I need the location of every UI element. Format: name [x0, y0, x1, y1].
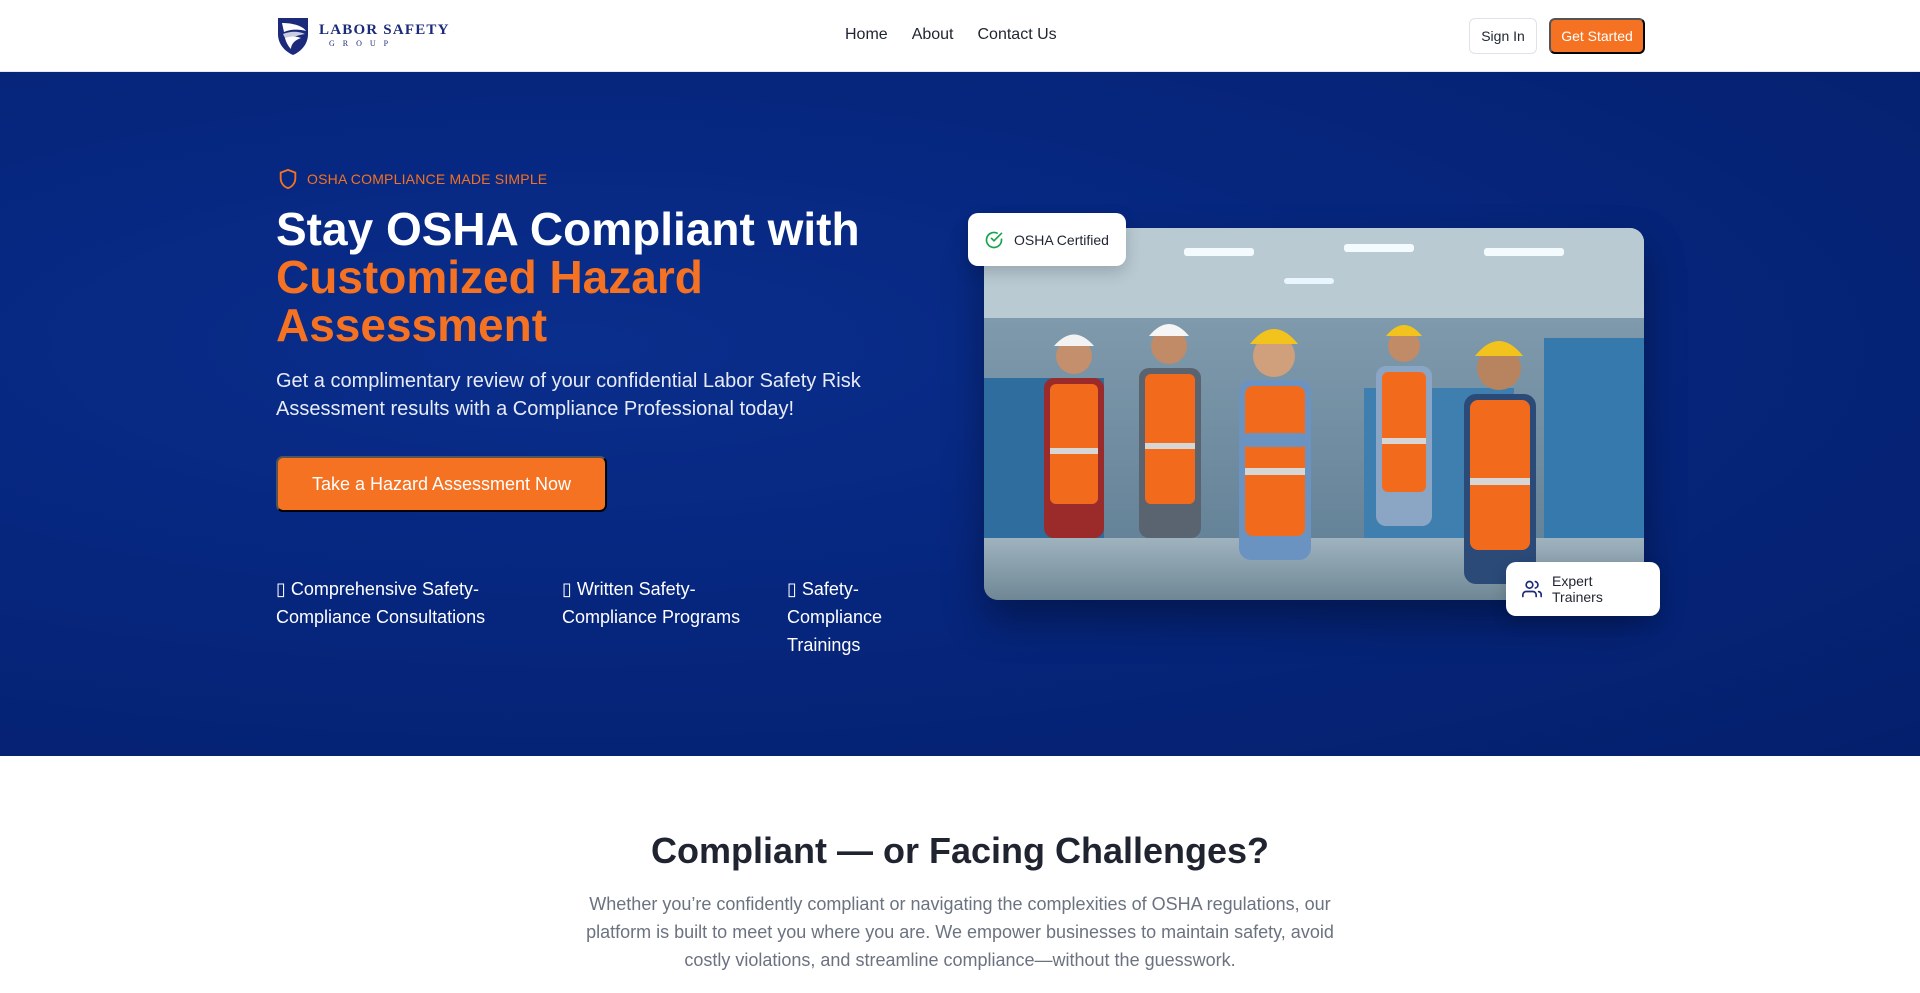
brand-subname: GROUP: [329, 38, 397, 48]
top-navbar: LABOR SAFETY GROUP Home About Contact Us…: [0, 0, 1920, 72]
hero-eyebrow: OSHA COMPLIANCE MADE SIMPLE: [277, 168, 547, 190]
hero-section: OSHA COMPLIANCE MADE SIMPLE Stay OSHA Co…: [0, 72, 1920, 756]
workers-illustration: [984, 228, 1644, 600]
nav-link-contact[interactable]: Contact Us: [978, 26, 1057, 44]
hero-headline: Stay OSHA Compliant with Customized Haza…: [276, 205, 896, 349]
brand-name: LABOR SAFETY: [319, 22, 450, 39]
nav-links: Home About Contact Us: [845, 26, 1057, 44]
compliance-section-title: Compliant — or Facing Challenges?: [650, 830, 1270, 871]
expert-trainers-badge: Expert Trainers: [1506, 562, 1660, 616]
get-started-button[interactable]: Get Started: [1549, 18, 1645, 54]
compliance-section-body: Whether you’re confidently compliant or …: [586, 894, 1334, 970]
check-circle-icon: [985, 231, 1003, 248]
brand-logo[interactable]: LABOR SAFETY GROUP: [275, 14, 450, 56]
osha-certified-badge: OSHA Certified: [968, 213, 1126, 266]
feature-consultations: ▯ Comprehensive Safety-Compliance Consul…: [276, 579, 486, 627]
feature-trainings: ▯ Safety-Compliance Trainings: [787, 579, 883, 655]
shield-logo-icon: [278, 18, 308, 55]
eyebrow-text: OSHA COMPLIANCE MADE SIMPLE: [307, 171, 548, 187]
nav-link-home[interactable]: Home: [845, 26, 888, 44]
osha-certified-label: OSHA Certified: [1014, 231, 1109, 248]
shield-icon: [279, 168, 297, 190]
expert-trainers-label: Expert Trainers: [1552, 573, 1603, 605]
hero-subtext: Get a complimentary review of your confi…: [276, 370, 861, 420]
feature-written-programs: ▯ Written Safety-Compliance Programs: [562, 579, 741, 627]
nav-link-about[interactable]: About: [912, 26, 954, 44]
headline-plain: Stay OSHA Compliant with: [276, 203, 860, 255]
sign-in-button[interactable]: Sign In: [1469, 18, 1537, 54]
workers-photo: [984, 228, 1644, 600]
users-icon: [1522, 580, 1542, 598]
headline-accent: Customized Hazard Assessment: [276, 251, 703, 351]
brand-wordmark: LABOR SAFETY GROUP: [319, 22, 450, 48]
hazard-assessment-button[interactable]: Take a Hazard Assessment Now: [276, 456, 607, 512]
